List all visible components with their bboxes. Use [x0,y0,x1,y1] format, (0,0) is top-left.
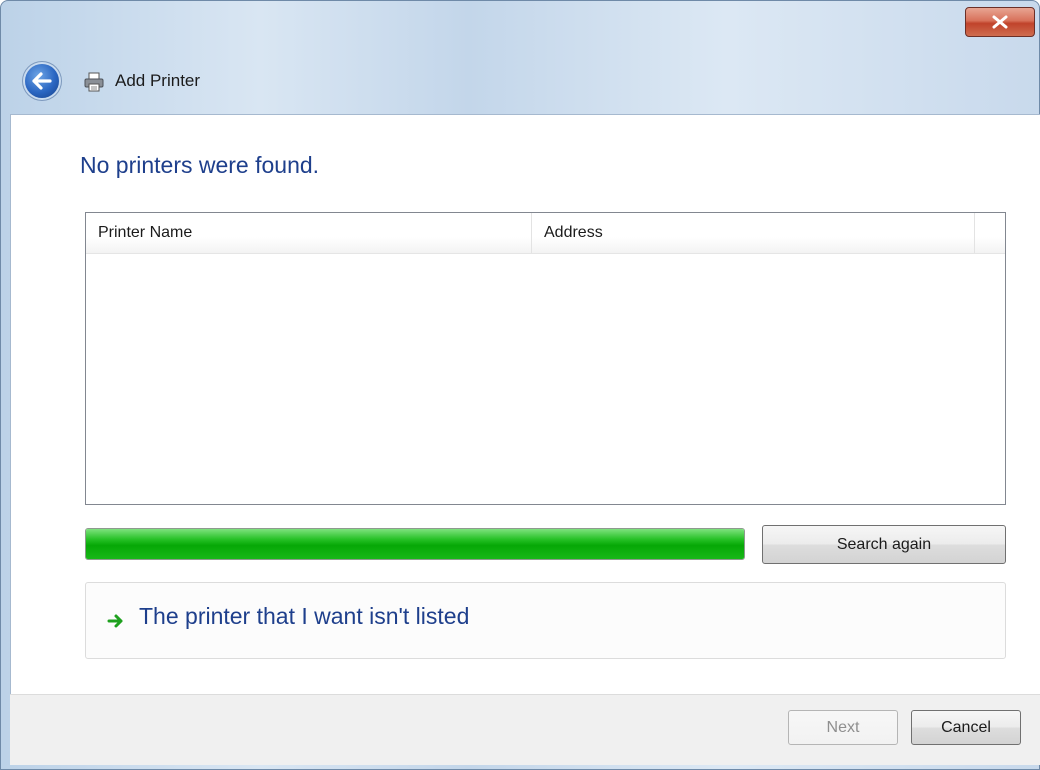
window-title: Add Printer [115,71,201,90]
close-icon [992,15,1008,29]
green-arrow-icon [107,614,123,628]
printer-not-listed-option[interactable]: The printer that I want isn't listed [85,582,1006,659]
search-again-button[interactable]: Search again [762,525,1006,564]
back-button[interactable] [25,64,59,98]
search-progress-bar [85,528,745,560]
search-progress-fill [86,529,744,559]
printer-list-header: Printer Name Address [86,213,1005,254]
column-header-printer-name[interactable]: Printer Name [86,213,532,253]
column-header-filler [975,213,1005,253]
printer-not-listed-link[interactable]: The printer that I want isn't listed [139,603,469,630]
page-title: No printers were found. [80,152,320,178]
column-header-address[interactable]: Address [532,213,975,253]
add-printer-window: Add Printer No printers were found. Prin… [0,0,1040,770]
cancel-button[interactable]: Cancel [911,710,1021,745]
title-bar: Add Printer [1,1,1040,116]
next-button[interactable]: Next [788,710,898,745]
printer-list[interactable]: Printer Name Address [85,212,1006,505]
printer-icon [84,72,104,92]
back-arrow-icon [32,72,52,90]
close-button[interactable] [965,7,1035,37]
